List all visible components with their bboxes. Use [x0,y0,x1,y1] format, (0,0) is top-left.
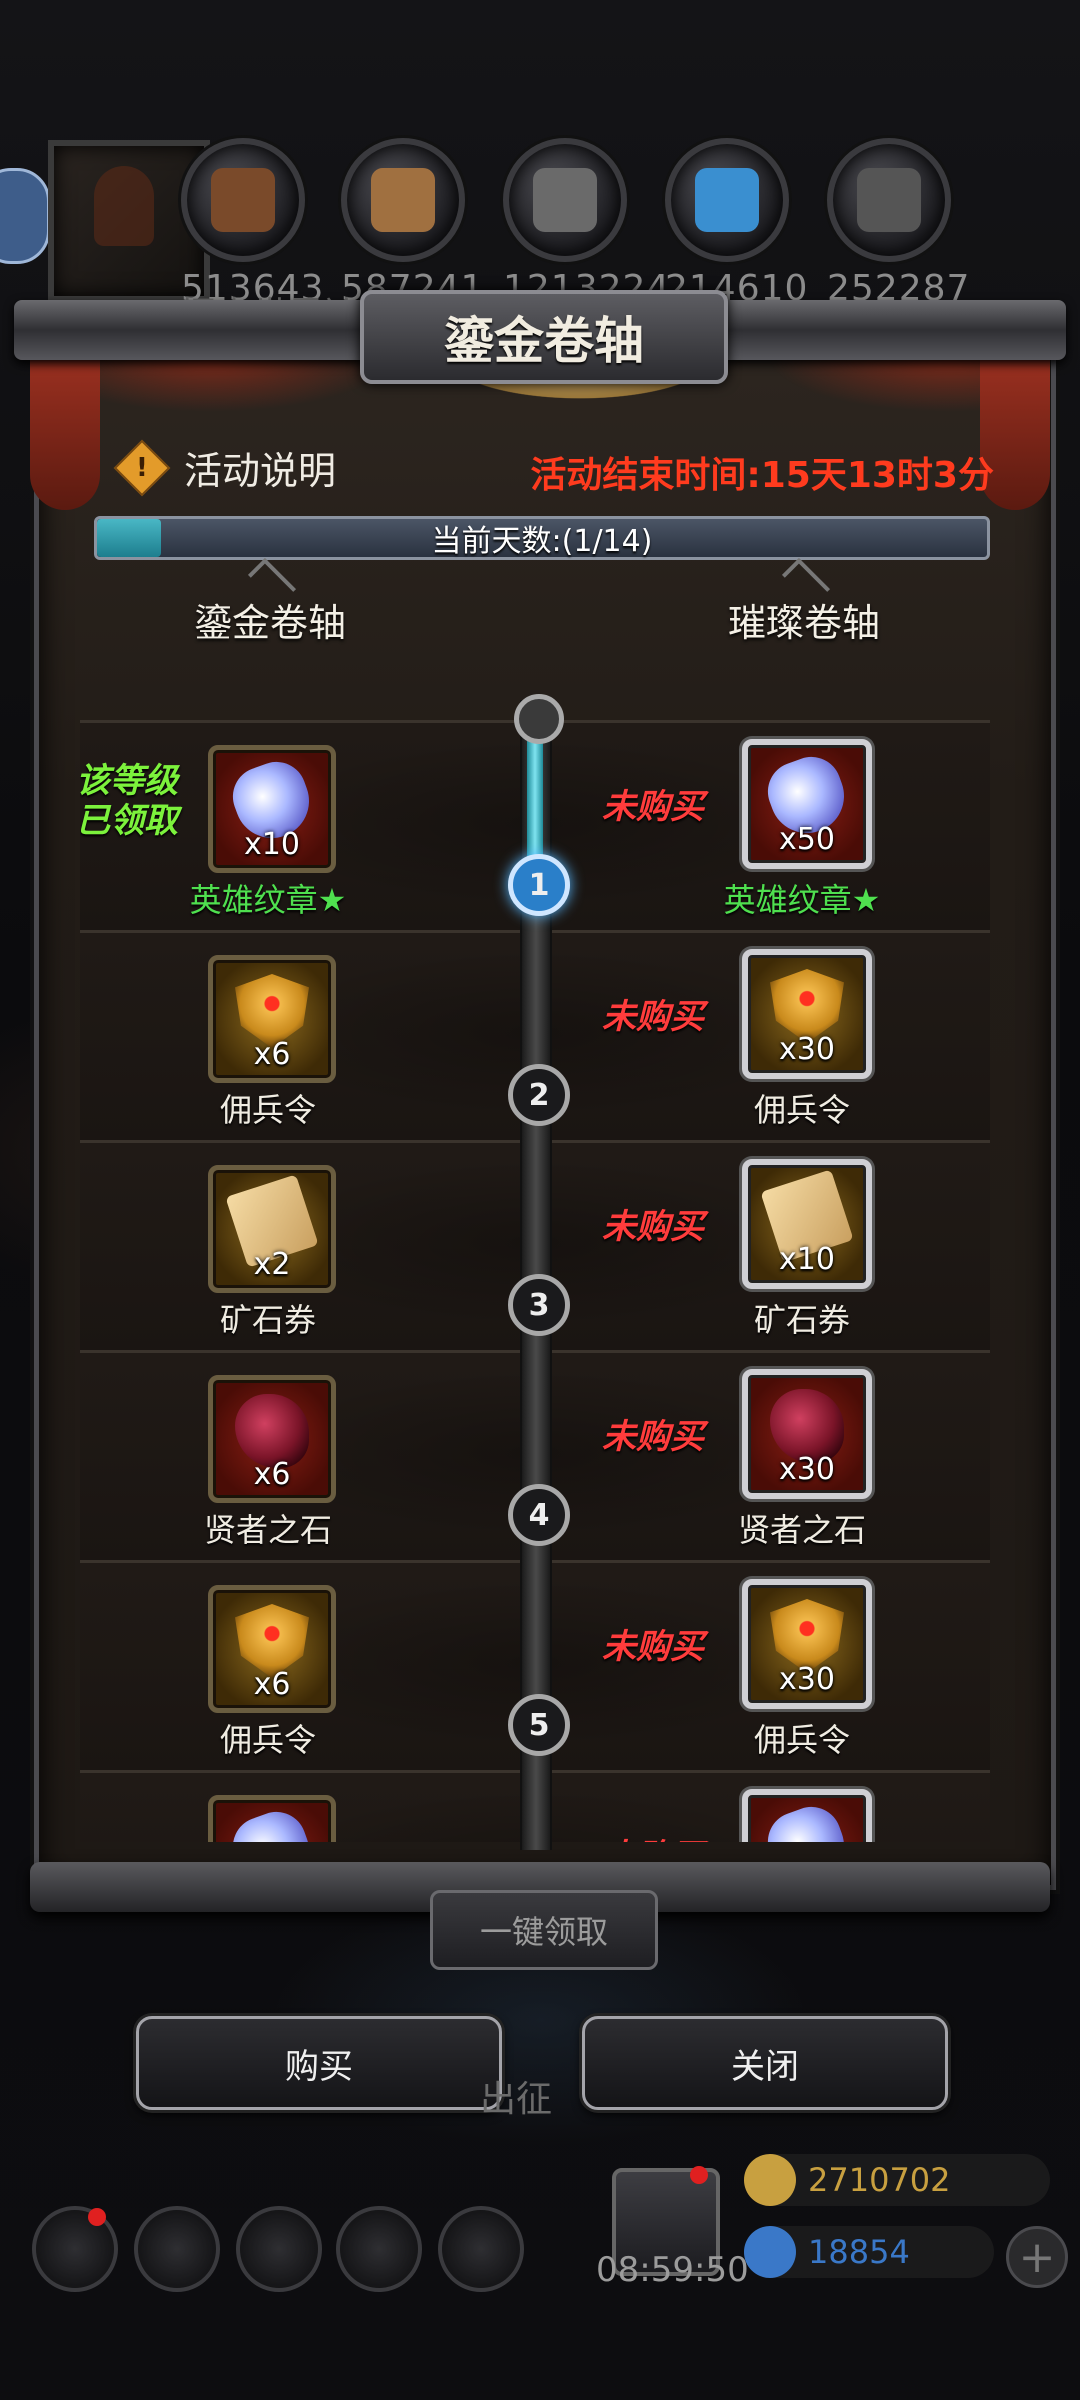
event-end-time: 活动结束时间:15天13时3分 [530,455,994,496]
gem-value: 18854 [808,2233,910,2271]
level-node: 3 [508,1274,570,1336]
not-purchased-status: 未购买 [602,997,704,1037]
not-purchased-status: 未购买 [602,1627,704,1667]
premium-reward-slot[interactable]: x50 [742,739,872,869]
mail-icon[interactable] [336,2206,422,2292]
resource-item[interactable]: 1213224 [503,138,669,309]
chat-bubble-icon[interactable] [0,168,50,264]
free-track-label: 鎏金卷轴 [193,601,346,645]
resource-frame [665,138,789,262]
free-reward-name: 佣兵令 [219,1721,316,1759]
level-node: 5 [508,1694,570,1756]
hero-badge-icon [224,1803,320,1842]
free-reward-name: 矿石券 [219,1301,316,1339]
claimed-status: 该等级 已领取 [80,761,178,841]
day-progress-bar: 当前天数:(1/14) [94,516,990,560]
day-progress-text: 当前天数:(1/14) [431,524,653,559]
gold-counter: 2710702 [744,2154,1050,2206]
not-purchased-status: 未购买 [602,787,704,827]
level-node: 2 [508,1064,570,1126]
gift-notification-dot [690,2166,708,2184]
free-reward-slot[interactable]: x6 [208,955,336,1083]
free-reward-qty: x6 [253,1457,291,1492]
free-reward-slot[interactable]: x10 [208,745,336,873]
guild-icon[interactable] [236,2206,322,2292]
free-reward-slot[interactable]: x2 [208,1165,336,1293]
resource-item[interactable]: 252287 [827,138,969,309]
premium-reward-qty: x30 [779,1662,835,1697]
premium-track-label: 璀璨卷轴 [727,601,880,645]
event-info-label: 活动说明 [184,449,337,493]
gem-counter: 18854 [744,2226,994,2278]
level-node: 4 [508,1484,570,1546]
gem-icon [744,2226,796,2278]
claim-all-button[interactable]: 一键领取 [430,1890,658,1970]
not-purchased-status: 未购买 [602,1417,704,1457]
gold-coin-icon [744,2154,796,2206]
event-info-button[interactable]: ! 活动说明 [113,439,337,496]
close-button[interactable]: 关闭 [582,2016,948,2110]
gold-value: 2710702 [808,2161,951,2199]
hero-badge-icon [759,1798,855,1842]
free-reward-qty: x2 [253,1247,291,1282]
premium-reward-slot[interactable] [742,1789,872,1842]
wood-log-icon [211,168,275,232]
ranking-icon[interactable] [438,2206,524,2292]
resource-frame [503,138,627,262]
premium-reward-qty: x30 [779,1032,835,1067]
crystal-icon [695,168,759,232]
resource-item[interactable]: 513643 [181,138,323,309]
timeline-progress-fill [527,734,543,874]
free-track-header: 鎏金卷轴 [170,557,370,647]
curtain-left-decoration [30,360,100,510]
gift-timer: 08:59:50 [596,2250,749,2290]
premium-reward-name: 英雄纹章★ [723,881,881,919]
premium-reward-name: 矿石券 [753,1301,850,1339]
add-currency-button[interactable]: + [1006,2226,1068,2288]
premium-reward-qty: x50 [779,822,835,857]
premium-reward-slot[interactable]: x30 [742,949,872,1079]
premium-reward-slot[interactable]: x10 [742,1159,872,1289]
resource-frame [827,138,951,262]
premium-reward-name: 佣兵令 [753,1091,850,1129]
premium-reward-qty: x10 [779,1242,835,1277]
free-reward-slot[interactable]: x6 [208,1375,336,1503]
free-reward-slot[interactable]: x6 [208,1585,336,1713]
free-reward-qty: x6 [253,1037,291,1072]
achievement-icon[interactable] [134,2206,220,2292]
buy-button[interactable]: 购买 [136,2016,502,2110]
expedition-label: 出征 [480,2079,553,2120]
resource-item[interactable]: 587241 [341,138,483,309]
dialog-title: 鎏金卷轴 [360,290,728,384]
notification-dot [88,2208,106,2226]
free-reward-name: 贤者之石 [203,1511,332,1549]
resource-item[interactable]: 214610 [665,138,807,309]
premium-reward-qty: x30 [779,1452,835,1487]
premium-reward-name: 贤者之石 [737,1511,866,1549]
free-reward-slot[interactable] [208,1795,336,1842]
free-reward-qty: x10 [244,827,300,862]
level-node: 1 [508,854,570,916]
free-reward-name: 佣兵令 [219,1091,316,1129]
plank-icon [371,168,435,232]
iron-ingot-icon [533,168,597,232]
premium-reward-slot[interactable]: x30 [742,1579,872,1709]
resource-frame [341,138,465,262]
not-purchased-status: 未购买 [602,1207,704,1247]
not-purchased-status: 未购买 [602,1829,704,1842]
free-reward-qty: x6 [253,1667,291,1702]
resource-frame [181,138,305,262]
premium-reward-name: 佣兵令 [753,1721,850,1759]
warning-icon: ! [113,439,171,496]
free-reward-name: 英雄纹章★ [189,881,347,919]
steel-ingot-icon [857,168,921,232]
premium-track-header: 璀璨卷轴 [704,557,904,647]
timeline-start-node [514,694,564,744]
premium-reward-slot[interactable]: x30 [742,1369,872,1499]
